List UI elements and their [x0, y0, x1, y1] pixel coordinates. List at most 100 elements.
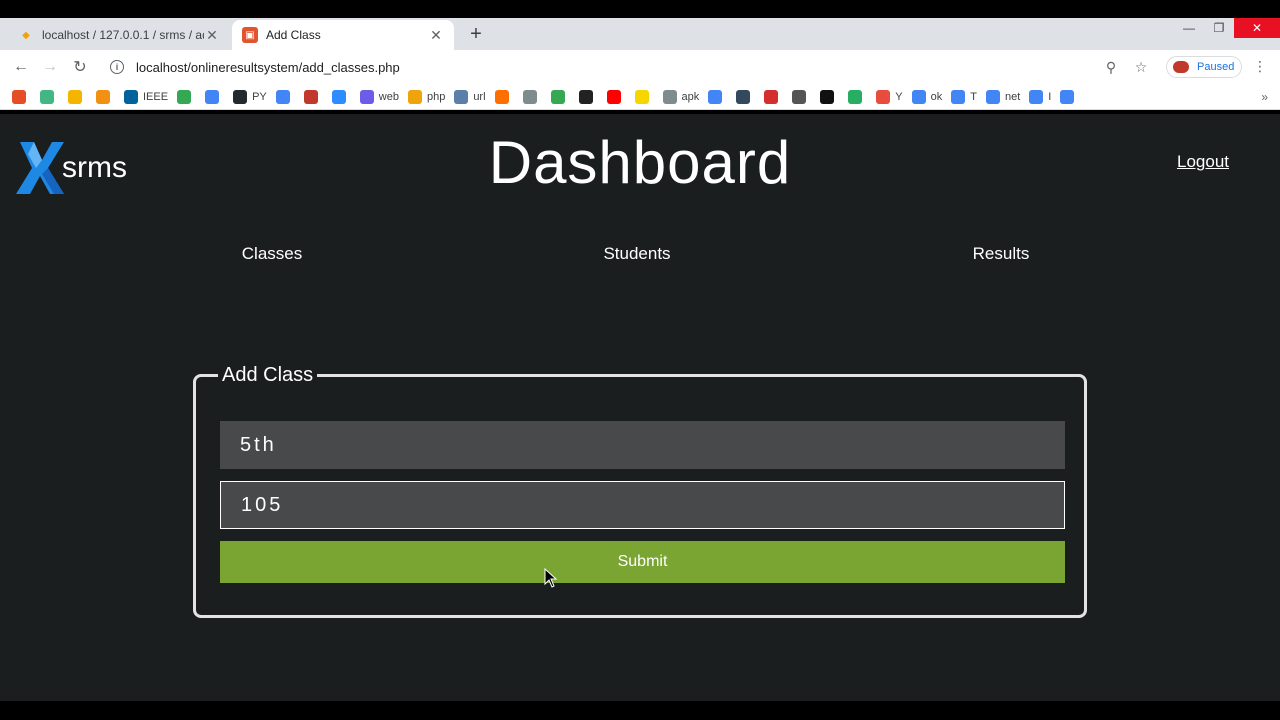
- bookmark-icon: [634, 89, 649, 104]
- add-class-form: Add Class 5th 105 Submit: [193, 364, 1087, 618]
- bookmark-item[interactable]: [736, 89, 755, 104]
- window-controls: — ❐ ✕: [1174, 18, 1280, 38]
- tab-strip: ◆ localhost / 127.0.0.1 / srms / adm ✕ ▣…: [0, 18, 1280, 50]
- bookmark-item[interactable]: I: [1029, 89, 1052, 104]
- bookmark-item[interactable]: T: [951, 89, 977, 104]
- info-icon[interactable]: i: [110, 60, 124, 74]
- bookmark-label: Y: [895, 90, 903, 103]
- bookmark-item[interactable]: [177, 89, 196, 104]
- back-arrow-icon[interactable]: ←: [11, 57, 31, 77]
- screen-top-bar: [0, 0, 1280, 18]
- bookmark-item[interactable]: php: [407, 89, 446, 104]
- bookmark-item[interactable]: url: [454, 89, 486, 104]
- zoom-icon[interactable]: ⚲: [1102, 58, 1120, 76]
- forward-arrow-icon[interactable]: →: [40, 57, 60, 77]
- bookmark-item[interactable]: [820, 89, 839, 104]
- profile-paused-button[interactable]: Paused: [1166, 56, 1242, 78]
- bookmark-icon: [275, 89, 290, 104]
- bookmark-label: url: [473, 90, 486, 103]
- bookmark-label: php: [426, 90, 446, 103]
- reload-icon[interactable]: ↻: [70, 57, 90, 77]
- bookmark-label: web: [378, 90, 399, 103]
- nav-students[interactable]: Students: [603, 244, 670, 264]
- bookmark-label: apk: [681, 90, 700, 103]
- bookmark-icon: [124, 89, 138, 104]
- class-name-input[interactable]: 5th: [220, 421, 1065, 469]
- bookmark-icon: [792, 89, 807, 104]
- url-text: localhost/onlineresultsystem/add_classes…: [136, 59, 400, 75]
- bookmark-item[interactable]: [331, 89, 351, 104]
- bookmark-icon: [96, 89, 110, 104]
- address-bar[interactable]: i localhost/onlineresultsystem/add_class…: [104, 54, 1154, 80]
- page-content: srms Dashboard Logout Classes Students R…: [0, 114, 1280, 701]
- close-icon[interactable]: ✕: [428, 27, 444, 44]
- bookmark-item[interactable]: [275, 89, 295, 104]
- star-icon[interactable]: ☆: [1132, 58, 1150, 76]
- mouse-cursor-icon: [544, 568, 558, 588]
- submit-button[interactable]: Submit: [220, 541, 1065, 583]
- bookmark-item[interactable]: net: [986, 89, 1020, 104]
- bookmark-item[interactable]: [606, 89, 626, 104]
- bookmark-icon: [986, 89, 1000, 104]
- bookmark-icon: [454, 89, 469, 104]
- bookmark-item[interactable]: [1060, 89, 1079, 104]
- bookmark-label: I: [1048, 90, 1052, 103]
- tab-title: Add Class: [266, 28, 321, 42]
- bookmark-icon: [177, 89, 192, 104]
- tab-phpmyadmin[interactable]: ◆ localhost / 127.0.0.1 / srms / adm ✕: [8, 20, 230, 50]
- screen-bottom-bar: [0, 701, 1280, 720]
- bookmark-item[interactable]: ok: [911, 89, 943, 104]
- bookmark-icon: [494, 89, 509, 104]
- chevron-right-icon[interactable]: »: [1261, 90, 1268, 104]
- logout-link[interactable]: Logout: [1177, 152, 1229, 172]
- bookmark-icon: [951, 89, 966, 104]
- tab-add-class[interactable]: ▣ Add Class ✕: [232, 20, 454, 50]
- bookmark-item[interactable]: web: [359, 89, 399, 104]
- bookmark-icon: [1060, 89, 1075, 104]
- bookmark-item[interactable]: [708, 89, 727, 104]
- bookmark-item[interactable]: [550, 89, 570, 104]
- bookmark-item[interactable]: [303, 89, 323, 104]
- phpmyadmin-icon: ◆: [22, 29, 30, 41]
- bookmark-icon: [578, 89, 593, 104]
- bookmark-label: T: [970, 90, 977, 103]
- bookmark-item[interactable]: [205, 89, 224, 104]
- bookmark-item[interactable]: [68, 89, 87, 104]
- bookmark-icon: [820, 89, 835, 104]
- bookmark-item[interactable]: [96, 89, 115, 104]
- bookmark-item[interactable]: [40, 89, 59, 104]
- bookmark-icon: [911, 89, 926, 104]
- bookmark-icon: [233, 89, 248, 104]
- class-id-input[interactable]: 105: [220, 481, 1065, 529]
- restore-icon[interactable]: ❐: [1204, 18, 1234, 38]
- bookmark-item[interactable]: [578, 89, 598, 104]
- nav-classes[interactable]: Classes: [242, 244, 302, 264]
- bookmark-item[interactable]: apk: [662, 89, 700, 104]
- bookmark-label: ok: [930, 90, 943, 103]
- bookmark-icon: [708, 89, 723, 104]
- bookmark-item[interactable]: [634, 89, 654, 104]
- bookmark-icon: [736, 89, 751, 104]
- more-menu-icon[interactable]: ⋮: [1252, 58, 1268, 76]
- minimize-icon[interactable]: —: [1174, 18, 1204, 38]
- bookmark-icon: [407, 89, 422, 104]
- bookmark-icon: [764, 89, 779, 104]
- bookmark-item[interactable]: IEEE: [124, 89, 168, 104]
- bookmark-label: PY: [252, 90, 267, 103]
- nav-results[interactable]: Results: [973, 244, 1030, 264]
- bookmark-icon: [876, 89, 891, 104]
- browser-toolbar: ← → ↻ i localhost/onlineresultsystem/add…: [0, 50, 1280, 84]
- close-icon[interactable]: ✕: [204, 27, 220, 44]
- bookmark-item[interactable]: [12, 89, 31, 104]
- main-nav: Classes Students Results: [0, 244, 1280, 268]
- bookmark-item[interactable]: [764, 89, 783, 104]
- bookmark-item[interactable]: [522, 89, 542, 104]
- bookmark-item[interactable]: [494, 89, 514, 104]
- new-tab-button[interactable]: +: [466, 23, 486, 46]
- bookmark-item[interactable]: [792, 89, 811, 104]
- bookmark-item[interactable]: Y: [876, 89, 903, 104]
- page-title: Dashboard: [488, 129, 792, 196]
- bookmark-item[interactable]: [848, 89, 867, 104]
- bookmark-item[interactable]: PY: [233, 89, 267, 104]
- window-close-icon[interactable]: ✕: [1234, 18, 1280, 38]
